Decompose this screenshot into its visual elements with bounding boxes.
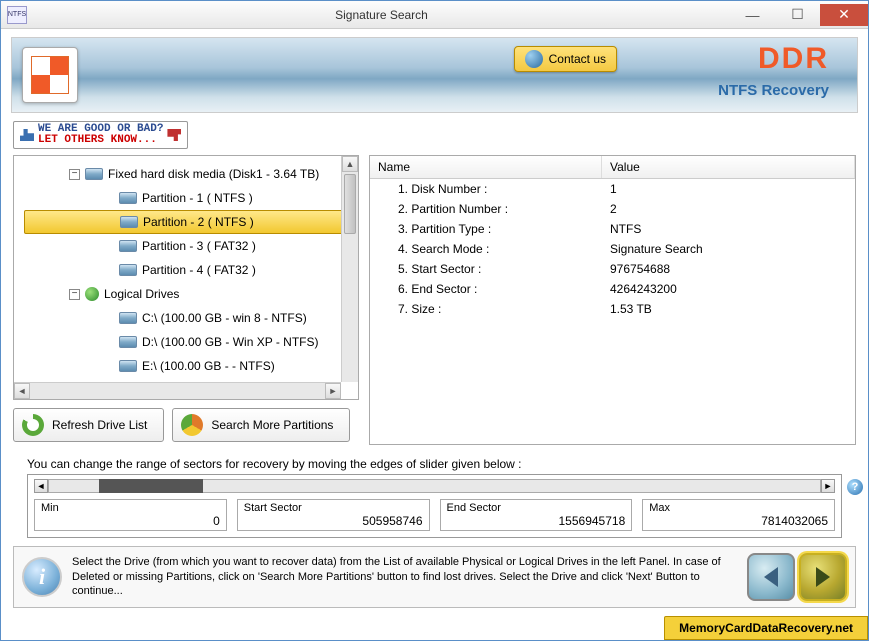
app-icon: NTFS	[7, 6, 27, 24]
titlebar: NTFS Signature Search — ☐ ✕	[1, 1, 868, 29]
window-title: Signature Search	[33, 8, 730, 22]
slider-thumb[interactable]	[99, 479, 203, 493]
slider-left-button[interactable]: ◄	[34, 479, 48, 493]
partition-icon	[120, 216, 138, 228]
info-icon: i	[22, 557, 62, 597]
contact-us-button[interactable]: Contact us	[514, 46, 617, 72]
collapse-icon[interactable]: −	[69, 169, 80, 180]
feedback-banner[interactable]: WE ARE GOOD OR BAD?LET OTHERS KNOW...	[13, 121, 188, 149]
slider-caption: You can change the range of sectors for …	[27, 457, 842, 471]
minimize-button[interactable]: —	[730, 4, 775, 26]
tree-row[interactable]: C:\ (100.00 GB - win 8 - NTFS)	[24, 306, 354, 330]
tree-hscroll[interactable]: ◄ ►	[14, 382, 341, 399]
arrow-left-icon	[764, 567, 778, 587]
tree-row[interactable]: −Fixed hard disk media (Disk1 - 3.64 TB)	[24, 162, 354, 186]
footer-text: Select the Drive (from which you want to…	[72, 555, 737, 600]
footer-hint: i Select the Drive (from which you want …	[13, 546, 856, 608]
brand-tagline: NTFS Recovery	[718, 82, 829, 99]
tree-row[interactable]: −Logical Drives	[24, 282, 354, 306]
slider-right-button[interactable]: ►	[821, 479, 835, 493]
drive-info-panel: Name Value 1. Disk Number :12. Partition…	[369, 155, 856, 445]
scroll-right-icon[interactable]: ►	[325, 383, 341, 399]
info-row: 1. Disk Number :1	[370, 179, 855, 199]
search-more-partitions-button[interactable]: Search More Partitions	[172, 408, 350, 442]
maximize-button[interactable]: ☐	[775, 4, 820, 26]
help-icon[interactable]: ?	[847, 479, 863, 495]
partition-icon	[119, 192, 137, 204]
column-header-value[interactable]: Value	[602, 156, 855, 178]
drive-tree-panel: −Fixed hard disk media (Disk1 - 3.64 TB)…	[13, 155, 359, 400]
tree-row[interactable]: Partition - 1 ( NTFS )	[24, 186, 354, 210]
drive-icon	[119, 336, 137, 348]
partition-icon	[119, 240, 137, 252]
info-row: 5. Start Sector :976754688	[370, 259, 855, 279]
partition-icon	[119, 264, 137, 276]
watermark: MemoryCardDataRecovery.net	[664, 616, 868, 640]
tree-row[interactable]: Partition - 3 ( FAT32 )	[24, 234, 354, 258]
info-row: 4. Search Mode :Signature Search	[370, 239, 855, 259]
tree-row[interactable]: E:\ (100.00 GB - - NTFS)	[24, 354, 354, 378]
disk-icon	[85, 168, 103, 180]
refresh-drive-list-button[interactable]: Refresh Drive List	[13, 408, 164, 442]
pie-icon	[181, 414, 203, 436]
info-row: 3. Partition Type :NTFS	[370, 219, 855, 239]
slider-field: Start Sector505958746	[237, 499, 430, 531]
scroll-left-icon[interactable]: ◄	[14, 383, 30, 399]
close-button[interactable]: ✕	[820, 4, 868, 26]
sector-range-slider: ? ◄ ► Min0Start Sector505958746End Secto…	[27, 474, 842, 538]
feedback-text: WE ARE GOOD OR BAD?LET OTHERS KNOW...	[38, 124, 163, 146]
avatar-icon	[525, 50, 543, 68]
slider-field: Min0	[34, 499, 227, 531]
slider-field: Max7814032065	[642, 499, 835, 531]
tree-row[interactable]: Partition - 4 ( FAT32 )	[24, 258, 354, 282]
collapse-icon[interactable]: −	[69, 289, 80, 300]
next-button[interactable]	[799, 553, 847, 601]
drive-icon	[119, 312, 137, 324]
logo	[22, 47, 78, 103]
thumb-down-icon	[167, 129, 181, 141]
prev-button[interactable]	[747, 553, 795, 601]
column-header-name[interactable]: Name	[370, 156, 602, 178]
header-banner: Contact us DDR NTFS Recovery	[11, 37, 858, 113]
brand-name: DDR	[758, 42, 829, 76]
app-window: NTFS Signature Search — ☐ ✕ Contact us D…	[0, 0, 869, 641]
tree-vscroll[interactable]: ▲	[341, 156, 358, 382]
arrow-right-icon	[816, 567, 830, 587]
thumb-up-icon	[20, 129, 34, 141]
info-row: 7. Size :1.53 TB	[370, 299, 855, 319]
scroll-up-icon[interactable]: ▲	[342, 156, 358, 172]
refresh-icon	[22, 414, 44, 436]
tree-row[interactable]: D:\ (100.00 GB - Win XP - NTFS)	[24, 330, 354, 354]
info-row: 6. End Sector :4264243200	[370, 279, 855, 299]
drive-icon	[119, 360, 137, 372]
slider-field: End Sector1556945718	[440, 499, 633, 531]
tree-row[interactable]: Partition - 2 ( NTFS )	[24, 210, 354, 234]
logical-drives-icon	[85, 287, 99, 301]
slider-track[interactable]	[48, 479, 821, 493]
info-row: 2. Partition Number :2	[370, 199, 855, 219]
contact-label: Contact us	[549, 52, 606, 66]
